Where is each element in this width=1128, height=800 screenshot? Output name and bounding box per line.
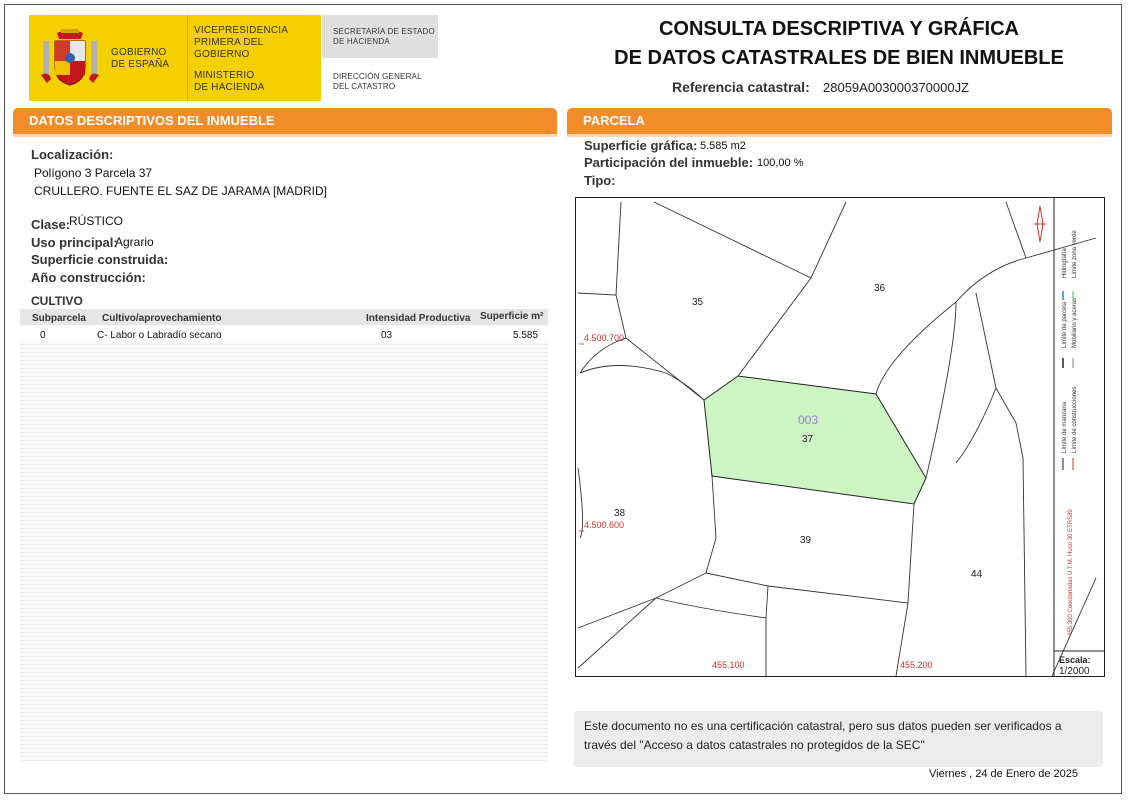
- uso-principal-label: Uso principal:: [31, 235, 118, 250]
- gobierno-text: GOBIERNO DE ESPAÑA: [111, 47, 170, 70]
- parcel-37-highlight: [703, 375, 927, 505]
- document-date: Viernes , 24 de Enero de 2025: [929, 768, 1079, 780]
- participacion-label: Participación del inmueble:: [584, 155, 754, 170]
- legend-coordenadas: 455,300 Coordenadas U.T.M. Huso 30 ETRS8…: [1068, 509, 1074, 636]
- parcel-label-36: 36: [874, 283, 886, 294]
- escala-label: Escala:: [1059, 655, 1091, 665]
- cultivo-label: CULTIVO: [31, 294, 83, 308]
- table-header-subparcela: Subparcela: [32, 313, 86, 324]
- map-drawing: 35 36 003 37 38 39 44 4.500.700 4.500.60…: [577, 198, 1104, 676]
- gobierno-logo-block: GOBIERNO DE ESPAÑA VICEPRESIDENCIA PRIME…: [29, 15, 321, 101]
- table-header-cultivo: Cultivo/aprovechamiento: [102, 313, 222, 324]
- superficie-grafica-value: 5.585 m2: [700, 140, 746, 152]
- legend-limite-construcciones: Límite de construcciones: [1072, 387, 1078, 453]
- referencia-value: 28059A003000370000JZ: [823, 80, 970, 95]
- direccion-general-text: DIRECCIÓN GENERAL DEL CATASTRO: [333, 72, 422, 91]
- parcel-label-37: 37: [802, 434, 814, 445]
- parcel-map: 35 36 003 37 38 39 44 4.500.700 4.500.60…: [575, 197, 1105, 677]
- secretaria-block: SECRETARÍA DE ESTADO DE HACIENDA: [322, 15, 438, 58]
- tipo-label: Tipo:: [584, 173, 616, 188]
- localizacion-line2: CRULLERO. FUENTE EL SAZ DE JARAMA [MADRI…: [34, 184, 327, 198]
- coord-x-right: 455.200: [900, 660, 933, 670]
- ministerio-text: MINISTERIO DE HACIENDA: [194, 70, 265, 93]
- disclaimer-note: Este documento no es una certificación c…: [574, 711, 1103, 767]
- legend-hidrografia: Hidrografía: [1062, 248, 1068, 278]
- referencia-label: Referencia catastral:: [672, 79, 810, 95]
- superficie-construida-label: Superficie construida:: [31, 252, 169, 267]
- table-header-intensidad: Intensidad Productiva: [366, 313, 471, 324]
- localizacion-label: Localización:: [31, 147, 114, 162]
- coord-x-left: 455.100: [712, 660, 745, 670]
- document-title-line2: DE DATOS CATASTRALES DE BIEN INMUEBLE: [614, 47, 1064, 69]
- participacion-value: 100,00 %: [757, 157, 804, 169]
- table-header-superficie: Superficie m²: [480, 311, 544, 322]
- uso-principal-value: Agrario: [115, 235, 154, 249]
- parcel-label-38: 38: [614, 508, 626, 519]
- clase-value: RÚSTICO: [69, 214, 123, 228]
- vicepresidencia-text: VICEPRESIDENCIA PRIMERA DEL GOBIERNO: [194, 25, 289, 60]
- localizacion-line1: Polígono 3 Parcela 37: [34, 166, 153, 180]
- clase-label: Clase:: [31, 217, 71, 232]
- legend-mobiliario: Mobiliario y aceras: [1072, 298, 1078, 348]
- coat-of-arms-icon: [41, 29, 99, 86]
- legend-limite-manzana: Límite de manzana: [1062, 401, 1068, 453]
- subparcel-label-003: 003: [798, 413, 818, 427]
- escala-value: 1/2000: [1059, 666, 1090, 676]
- parcela-header: PARCELA: [567, 108, 1112, 137]
- coord-y-top: 4.500.700: [584, 333, 624, 343]
- coord-y-bottom: 4.500.600: [584, 520, 624, 530]
- datos-descriptivos-header: DATOS DESCRIPTIVOS DEL INMUEBLE: [13, 108, 557, 137]
- legend-limite-parcela: Límite de parcela: [1062, 301, 1068, 348]
- legend-zona-verde: Límite zona verde: [1072, 230, 1078, 278]
- north-arrow-icon: [1034, 205, 1046, 243]
- table-row: 0 C- Labor o Labradío secano 03 5.585: [20, 326, 548, 342]
- parcel-label-35: 35: [692, 297, 704, 308]
- document-title-line1: CONSULTA DESCRIPTIVA Y GRÁFICA: [658, 18, 1020, 40]
- anio-construccion-label: Año construcción:: [31, 270, 146, 285]
- parcel-label-44: 44: [971, 569, 983, 580]
- cultivo-table: Subparcela Cultivo/aprovechamiento Inten…: [20, 309, 548, 764]
- superficie-grafica-label: Superficie gráfica:: [584, 138, 698, 153]
- parcel-label-39: 39: [800, 535, 812, 546]
